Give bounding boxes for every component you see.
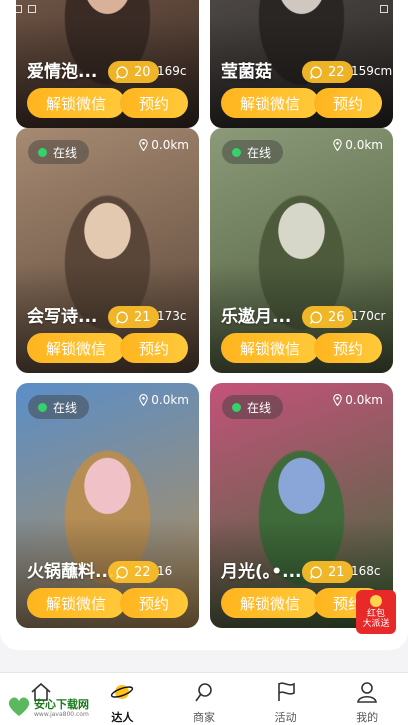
distance-label: 0.0km [333,393,383,407]
online-dot-icon [38,147,47,157]
online-badge: 在线 [222,140,284,164]
unlock-wechat-button[interactable]: 解锁微信 [27,333,125,363]
height-label: 169c [157,64,187,78]
chat-count: 21 [134,309,151,325]
tab-shop[interactable]: 商家 [163,673,245,725]
chat-count-badge: 20 [108,61,159,83]
height-label: 168c [351,564,381,578]
chat-count-badge: 22 [108,561,159,583]
chat-count: 22 [134,564,151,580]
chat-count: 20 [134,64,151,80]
book-button[interactable]: 预约 [314,333,382,363]
tab-label: 我的 [356,711,379,724]
talent-card[interactable]: 在线 0.0km 乐遨月... 26 170cr 解锁微信 预约 [210,128,393,373]
distance-value: 0.0km [151,138,189,152]
height-label: 170cr [351,309,386,323]
chat-bubble-icon [116,566,128,579]
book-button[interactable]: 预约 [314,88,382,118]
chat-count-badge: 21 [302,561,353,583]
chat-count-badge: 21 [108,306,159,328]
location-pin-icon [333,394,343,406]
signal-icon [380,4,388,13]
coin-icon [370,595,382,607]
height-label: 173c [157,309,187,323]
distance-value: 0.0km [345,393,383,407]
chat-count: 26 [328,309,345,325]
online-badge: 在线 [28,395,90,419]
tab-label: 活动 [274,711,297,724]
status-bar [0,0,408,20]
planet-icon [111,685,134,699]
chat-bubble-icon [310,311,322,324]
distance-value: 0.0km [345,138,383,152]
watermark: 安心下载网 www.java800.com [2,690,102,724]
flag-icon [277,682,295,701]
tab-activity[interactable]: 活动 [245,673,327,725]
shop-icon [195,683,212,702]
chat-count-badge: 22 [302,61,353,83]
online-dot-icon [232,147,241,157]
chat-count: 22 [328,64,345,80]
unlock-wechat-button[interactable]: 解锁微信 [221,88,319,118]
chat-bubble-icon [116,66,128,79]
unlock-wechat-button[interactable]: 解锁微信 [221,333,319,363]
talent-name: 火锅蘸料... [27,562,115,582]
red-envelope-promo[interactable]: 红包 大派送 [356,590,396,634]
person-icon [357,682,378,703]
talent-name: 会写诗... [27,307,98,327]
talent-name: 莹菌菇 [221,62,272,82]
online-label: 在线 [53,400,78,415]
chat-bubble-icon [310,66,322,79]
promo-line2: 大派送 [362,618,390,629]
tab-mine[interactable]: 我的 [326,673,408,725]
talent-card[interactable]: 在线 0.0km 火锅蘸料... 22 16 解锁微信 预约 [16,383,199,628]
tab-label: 商家 [192,711,215,724]
notification-icon [28,4,36,13]
heart-logo-icon [8,697,30,716]
watermark-url: www.java800.com [34,711,89,718]
book-button[interactable]: 预约 [120,88,188,118]
chat-bubble-icon [116,311,128,324]
talent-name: 爱情泡... [27,62,98,82]
book-button[interactable]: 预约 [120,588,188,618]
height-label: 159cm [351,64,393,78]
distance-label: 0.0km [139,393,189,407]
height-label: 16 [157,564,173,578]
location-pin-icon [333,139,343,151]
status-right [380,4,394,16]
online-badge: 在线 [222,395,284,419]
location-pin-icon [139,139,149,151]
watermark-title: 安心下载网 [34,698,89,711]
book-button[interactable]: 预约 [120,333,188,363]
notification-icon [14,4,22,13]
chat-count: 21 [328,564,345,580]
screen: 爱情泡... 20 169c 解锁微信 预约 莹菌菇 22 159cm 解锁微信… [0,0,408,725]
online-label: 在线 [247,400,272,415]
talent-name: 月光(｡•... [221,562,302,582]
chat-bubble-icon [310,566,322,579]
unlock-wechat-button[interactable]: 解锁微信 [27,588,125,618]
location-pin-icon [139,394,149,406]
status-left [14,4,42,16]
distance-value: 0.0km [151,393,189,407]
online-dot-icon [38,402,47,412]
chat-count-badge: 26 [302,306,353,328]
distance-label: 0.0km [333,138,383,152]
talent-grid: 爱情泡... 20 169c 解锁微信 预约 莹菌菇 22 159cm 解锁微信… [0,0,408,650]
distance-label: 0.0km [139,138,189,152]
talent-card[interactable]: 在线 0.0km 会写诗... 21 173c 解锁微信 预约 [16,128,199,373]
unlock-wechat-button[interactable]: 解锁微信 [27,88,125,118]
online-label: 在线 [53,145,78,160]
talent-name: 乐遨月... [221,307,292,327]
online-label: 在线 [247,145,272,160]
online-dot-icon [232,402,241,412]
online-badge: 在线 [28,140,90,164]
unlock-wechat-button[interactable]: 解锁微信 [221,588,319,618]
